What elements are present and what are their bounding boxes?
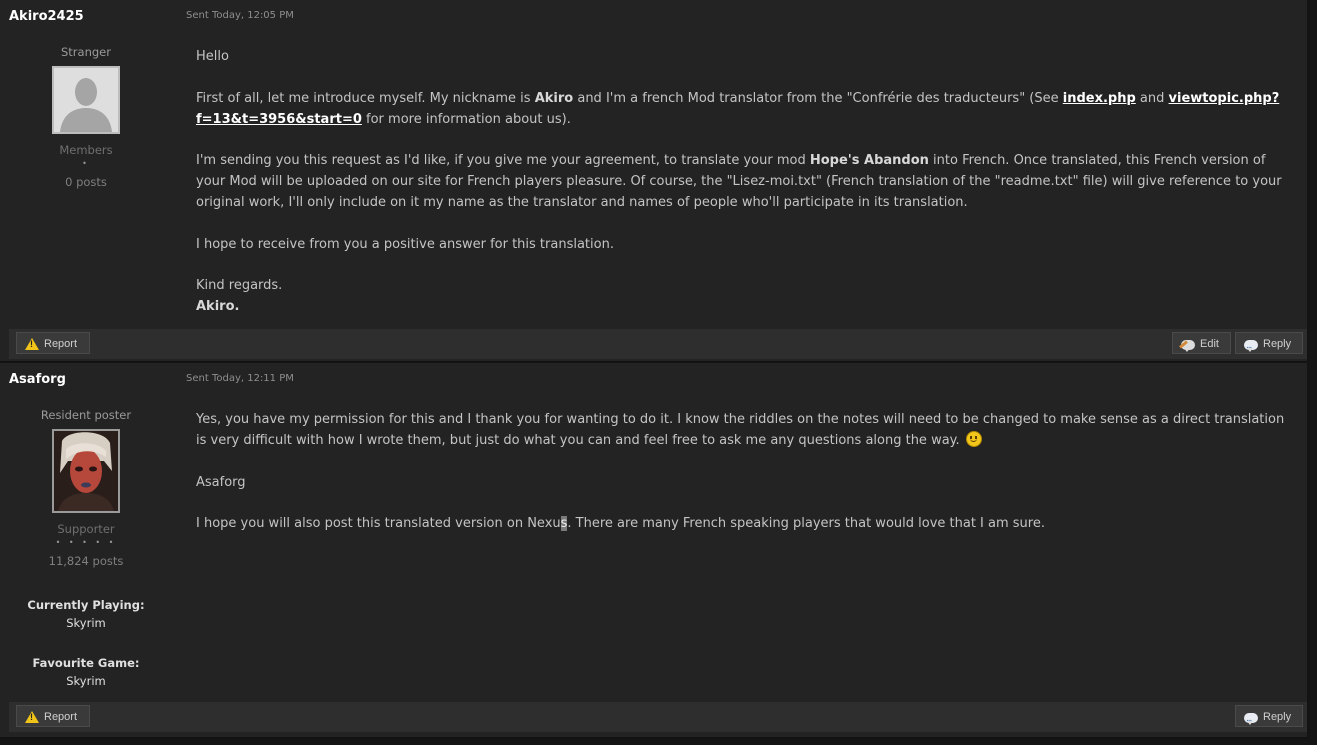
avatar[interactable]: [52, 66, 120, 134]
post-paragraph: Yes, you have my permission for this and…: [196, 409, 1291, 451]
post-header: Asaforg Sent Today, 12:11 PM: [0, 363, 1307, 395]
currently-playing-value: Skyrim: [66, 616, 106, 630]
user-rank: Stranger: [61, 45, 111, 59]
page-edge: [1307, 0, 1317, 745]
post-paragraph: Kind regards. Akiro.: [196, 275, 1291, 317]
post-paragraph: I hope you will also post this translate…: [196, 513, 1291, 534]
post-header: Akiro2425 Sent Today, 12:05 PM: [0, 0, 1307, 32]
post-body: Hello First of all, let me introduce mys…: [196, 46, 1291, 317]
post-count: 0 posts: [65, 175, 107, 189]
text-run: and: [1135, 90, 1169, 106]
reply-button[interactable]: Reply: [1235, 332, 1303, 357]
post-count: 11,824 posts: [48, 554, 124, 568]
default-avatar-icon: [54, 68, 118, 132]
text-run: I hope you will also post this translate…: [196, 516, 561, 531]
avatar[interactable]: [52, 429, 120, 513]
report-label: Report: [44, 338, 78, 350]
user-rank: Resident poster: [40, 408, 132, 422]
rank-pips: •: [82, 159, 90, 168]
rank-pips: • • • • •: [55, 538, 117, 547]
reply-label: Reply: [1263, 338, 1292, 350]
warning-icon: !: [25, 338, 39, 350]
user-group: Members: [59, 143, 113, 157]
warning-icon: !: [25, 711, 39, 723]
text-run: I'm sending you this request as I'd like…: [196, 153, 810, 168]
signature: Akiro.: [196, 299, 240, 314]
post-paragraph: Hello: [196, 49, 229, 64]
reply-button[interactable]: Reply: [1235, 705, 1303, 730]
post-paragraph: First of all, let me introduce myself. M…: [196, 88, 1291, 130]
author-name-link[interactable]: Akiro2425: [9, 9, 84, 24]
report-button[interactable]: ! Report: [16, 705, 90, 727]
post-timestamp: Sent Today, 12:11 PM: [186, 373, 294, 384]
post-akiro: Akiro2425 Sent Today, 12:05 PM Stranger …: [0, 0, 1307, 362]
post-body: Yes, you have my permission for this and…: [196, 409, 1291, 555]
reply-label: Reply: [1263, 711, 1292, 723]
report-button[interactable]: ! Report: [16, 332, 90, 354]
post-toolbar: ! Report Edit Reply: [9, 329, 1307, 359]
edit-icon: [1179, 340, 1195, 352]
index-link[interactable]: index.php: [1063, 91, 1136, 106]
text-run: Kind regards.: [196, 278, 283, 293]
post-timestamp: Sent Today, 12:05 PM: [186, 10, 294, 21]
favourite-game-label: Favourite Game:: [32, 656, 140, 670]
reply-icon: [1244, 335, 1258, 357]
text-run: for more information about us).: [361, 111, 571, 127]
post-asaforg: Asaforg Sent Today, 12:11 PM Resident po…: [0, 363, 1307, 738]
post-paragraph: I'm sending you this request as I'd like…: [196, 150, 1291, 213]
report-label: Report: [44, 711, 78, 723]
user-group: Supporter: [57, 522, 115, 536]
post-paragraph: I hope to receive from you a positive an…: [196, 236, 614, 252]
reply-icon: [1244, 708, 1258, 730]
favourite-game-value: Skyrim: [66, 674, 106, 688]
bold-text: Akiro: [534, 90, 574, 106]
text-run: Yes, you have my permission for this and…: [196, 412, 1285, 448]
text-run: . There are many French speaking players…: [567, 516, 1045, 531]
text-run: and I'm a french Mod translator from the…: [573, 90, 1063, 106]
smiley-icon: [965, 431, 982, 447]
edit-label: Edit: [1200, 338, 1219, 350]
user-photo-avatar: [54, 431, 118, 511]
currently-playing-label: Currently Playing:: [27, 598, 145, 612]
bold-text: Hope's Abandon: [809, 153, 929, 168]
post-paragraph: Asaforg: [196, 474, 246, 490]
user-info-panel: Stranger Members • 0 posts: [0, 45, 172, 189]
user-info-panel: Resident poster Supporter • • • • • 11,8…: [0, 408, 172, 688]
edit-button[interactable]: Edit: [1172, 332, 1231, 354]
author-name-link[interactable]: Asaforg: [9, 372, 66, 387]
post-toolbar: ! Report Reply: [9, 702, 1307, 732]
text-run: First of all, let me introduce myself. M…: [196, 90, 535, 106]
